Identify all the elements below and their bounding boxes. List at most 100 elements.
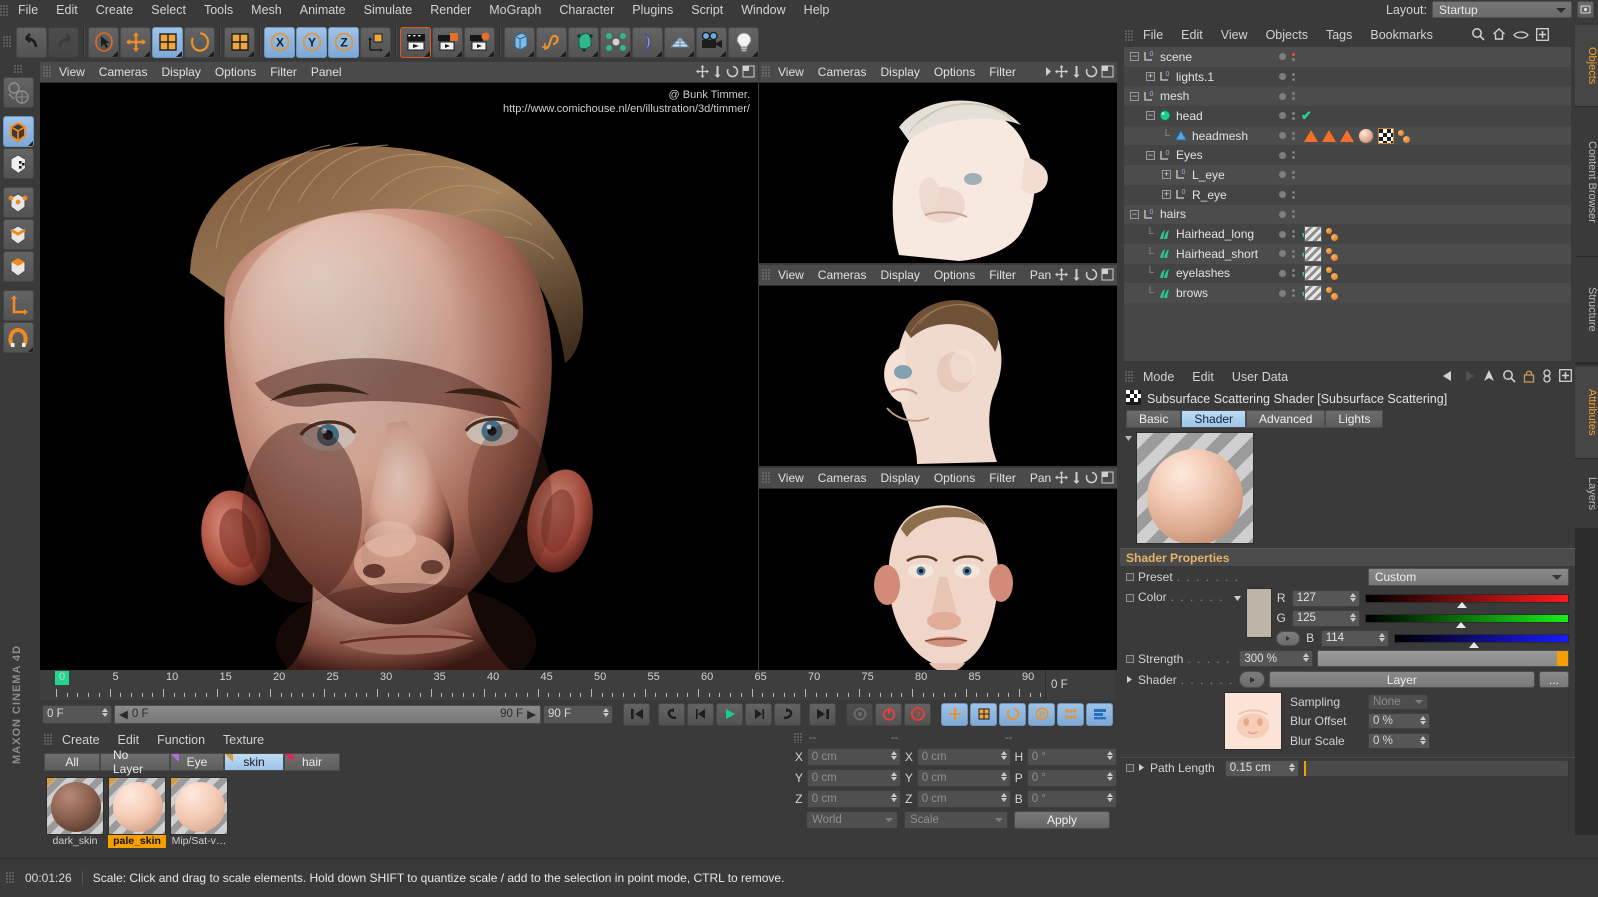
render-settings-button[interactable]: [464, 27, 495, 58]
vp1-menu-panel[interactable]: Panel: [304, 62, 349, 83]
snap-button[interactable]: [3, 322, 34, 353]
color-g-slider[interactable]: [1365, 614, 1569, 623]
object-row[interactable]: +0L_eye: [1124, 165, 1571, 185]
step-forward-button[interactable]: [745, 703, 772, 726]
attr-menu-edit[interactable]: Edit: [1183, 367, 1223, 388]
visibility-dots-icon[interactable]: [1292, 171, 1295, 179]
vp3-menu-filter[interactable]: Filter: [982, 265, 1023, 286]
enable-dot-icon[interactable]: [1279, 132, 1286, 139]
end-frame-field[interactable]: 90 F: [543, 705, 613, 724]
coord-size-z-field[interactable]: 0 cm: [917, 790, 1011, 808]
vp4-menu-filter[interactable]: Filter: [982, 468, 1023, 489]
current-frame-display[interactable]: 0 F: [1045, 670, 1115, 700]
axis-x-button[interactable]: X: [264, 27, 295, 58]
parameter-key-button[interactable]: P: [1028, 703, 1055, 726]
start-frame-field[interactable]: 0 F: [42, 705, 112, 724]
hair-material-tag-icon[interactable]: [1304, 246, 1322, 262]
enable-dot-icon[interactable]: [1279, 171, 1286, 178]
add-scene-button[interactable]: [664, 27, 695, 58]
material-item-mipsat[interactable]: Mip/Sat-v…: [170, 777, 228, 848]
coord-pos-z-field[interactable]: 0 cm: [807, 790, 901, 808]
scale-tool-button[interactable]: [224, 27, 255, 58]
enable-dot-icon[interactable]: [1279, 73, 1286, 80]
visibility-dots-icon[interactable]: [1292, 92, 1295, 100]
menu-item-file[interactable]: File: [9, 0, 47, 21]
object-row[interactable]: └Hairhead_long✔: [1124, 224, 1571, 244]
forward-arrow-icon[interactable]: [1462, 370, 1476, 385]
object-row[interactable]: +0lights.1: [1124, 67, 1571, 87]
preset-checkbox[interactable]: [1126, 573, 1134, 581]
rotate-view-icon[interactable]: [1085, 268, 1098, 284]
enable-dot-icon[interactable]: [1279, 191, 1286, 198]
menu-item-character[interactable]: Character: [550, 0, 623, 21]
path-length-field[interactable]: 0.15 cm: [1225, 760, 1299, 777]
object-row[interactable]: +0R_eye: [1124, 185, 1571, 205]
collapse-icon[interactable]: −: [1130, 52, 1139, 61]
start-frame-stepper[interactable]: [102, 708, 108, 717]
add-panel-icon[interactable]: [1559, 369, 1572, 385]
menu-item-edit[interactable]: Edit: [47, 0, 87, 21]
visibility-dots-icon[interactable]: [1292, 210, 1295, 218]
scale-key-button[interactable]: [970, 703, 997, 726]
live-selection-button[interactable]: [88, 27, 119, 58]
object-name[interactable]: L_eye: [1192, 168, 1225, 182]
layer-filter-eye[interactable]: Eye: [170, 753, 224, 771]
undo-button[interactable]: [16, 27, 47, 58]
vp1-menu-view[interactable]: View: [52, 62, 92, 83]
enable-dot-icon[interactable]: [1279, 250, 1286, 257]
layer-filter-no-layer[interactable]: No Layer: [100, 753, 170, 771]
path-length-checkbox[interactable]: [1126, 764, 1134, 772]
vp3-menu-pan[interactable]: Pan: [1023, 265, 1058, 286]
color-r-field[interactable]: 127: [1292, 590, 1360, 607]
rotation-key-button[interactable]: [999, 703, 1026, 726]
visibility-dots-icon[interactable]: [1292, 53, 1295, 61]
object-name[interactable]: head: [1176, 109, 1203, 123]
strength-checkbox[interactable]: [1126, 655, 1134, 663]
render-region-button[interactable]: [432, 27, 463, 58]
zoom-view-icon[interactable]: [712, 65, 723, 81]
expand-icon[interactable]: +: [1146, 72, 1155, 81]
zoom-view-icon[interactable]: [1071, 471, 1082, 487]
vp4-menu-pan[interactable]: Pan: [1023, 468, 1058, 489]
object-row[interactable]: └Hairhead_short✔: [1124, 244, 1571, 264]
maximize-view-icon[interactable]: [742, 65, 755, 81]
material-menu-function[interactable]: Function: [148, 730, 214, 751]
object-menu-view[interactable]: View: [1212, 25, 1257, 46]
eye-icon[interactable]: [1513, 29, 1529, 43]
phong-tag-icon[interactable]: [1326, 226, 1340, 242]
visibility-dots-icon[interactable]: [1292, 269, 1295, 277]
object-tree[interactable]: −0scene+0lights.1−0mesh−head✔└headmesh−0…: [1124, 47, 1571, 361]
selection-tag-icon[interactable]: [1304, 130, 1318, 142]
vp4-menu-display[interactable]: Display: [873, 468, 926, 489]
zoom-view-icon[interactable]: [1071, 268, 1082, 284]
search-icon[interactable]: [1471, 27, 1485, 44]
visibility-dots-icon[interactable]: [1292, 112, 1295, 120]
coordinate-system-select[interactable]: World: [806, 811, 898, 829]
add-deformer-button[interactable]: [632, 27, 663, 58]
menu-item-simulate[interactable]: Simulate: [355, 0, 422, 21]
point-mode-button[interactable]: [3, 187, 34, 218]
selection-tag-icon[interactable]: [1322, 130, 1336, 142]
coord-rot-p-field[interactable]: 0 °: [1027, 769, 1117, 787]
enable-dot-icon[interactable]: [1279, 53, 1286, 60]
preview-collapse-arrow-icon[interactable]: [1124, 432, 1136, 544]
visibility-dots-icon[interactable]: [1292, 289, 1295, 297]
redo-button[interactable]: [48, 27, 79, 58]
go-to-end-button[interactable]: [809, 703, 836, 726]
object-row[interactable]: −head✔: [1124, 106, 1571, 126]
vp4-menu-options[interactable]: Options: [927, 468, 982, 489]
color-r-slider[interactable]: [1365, 594, 1569, 603]
texture-mode-button[interactable]: [3, 148, 34, 179]
coord-size-x-field[interactable]: 0 cm: [917, 748, 1011, 766]
object-name[interactable]: eyelashes: [1176, 266, 1230, 280]
color-b-expand-button[interactable]: [1276, 631, 1300, 646]
timeline-toggle-button[interactable]: [1086, 703, 1113, 726]
menu-grip[interactable]: [0, 5, 9, 17]
go-to-start-button[interactable]: [623, 703, 650, 726]
expand-icon[interactable]: +: [1162, 190, 1171, 199]
enable-dot-icon[interactable]: [1279, 211, 1286, 218]
range-right-arrow-icon[interactable]: ▶: [527, 707, 536, 721]
autokeying-button[interactable]: [875, 703, 902, 726]
axis-y-button[interactable]: Y: [296, 27, 327, 58]
collapse-icon[interactable]: −: [1146, 151, 1155, 160]
